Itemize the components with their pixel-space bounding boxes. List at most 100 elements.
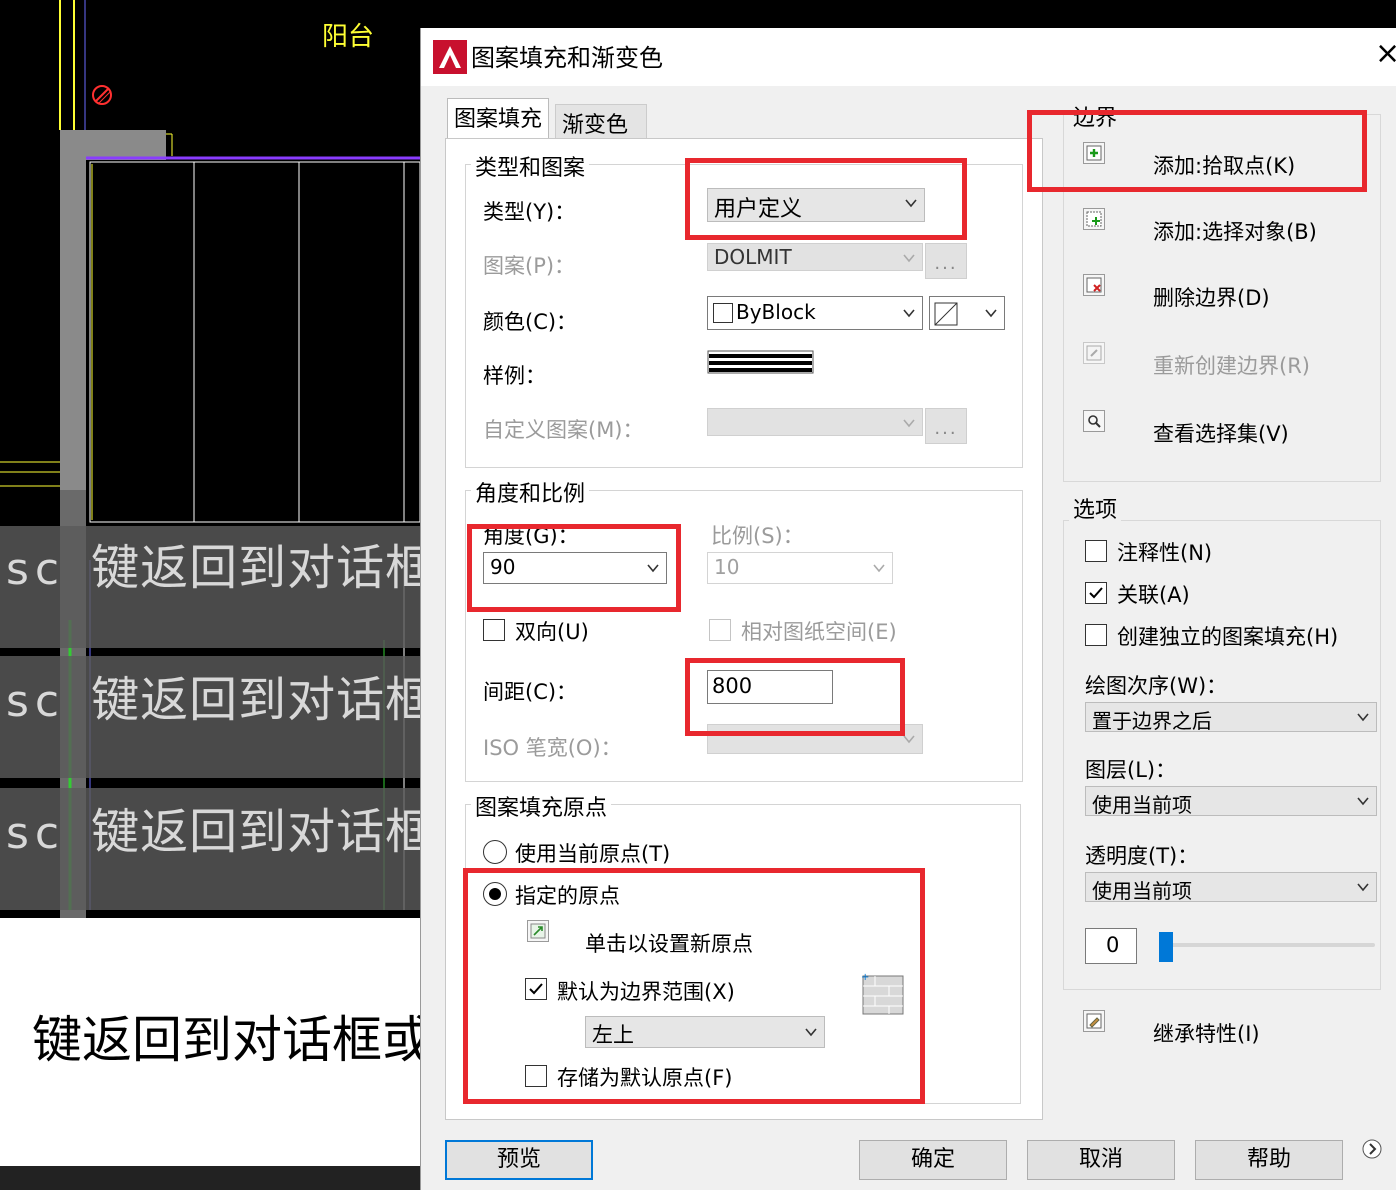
transparency-value-input[interactable]: 0 (1085, 928, 1137, 964)
store-default-origin-label: 存储为默认原点(F) (557, 1066, 733, 1090)
color-swatch (713, 303, 733, 323)
remove-boundaries-button[interactable] (1083, 274, 1105, 296)
scale-select[interactable]: 10 (707, 552, 893, 584)
chevron-down-icon (1357, 797, 1369, 806)
recreate-boundary-button[interactable] (1083, 342, 1105, 364)
chevron-down-icon (1357, 883, 1369, 892)
draw-order-select[interactable]: 置于边界之后 (1085, 702, 1377, 733)
add-select-objects-label[interactable]: 添加:选择对象(B) (1153, 216, 1317, 246)
use-current-origin-radio[interactable] (483, 840, 507, 864)
hatch-sample-preview[interactable] (707, 350, 815, 376)
add-pick-points-label[interactable]: 添加:拾取点(K) (1153, 150, 1295, 180)
remove-boundary-icon (1086, 277, 1102, 293)
add-pick-points-button[interactable] (1083, 142, 1105, 164)
custom-pattern-label: 自定义图案(M)： (483, 418, 644, 442)
layer-select[interactable]: 使用当前项 (1085, 786, 1377, 817)
chevron-down-icon (905, 199, 917, 208)
origin-title: 图案填充原点 (471, 790, 612, 822)
set-origin-button[interactable] (527, 920, 549, 942)
double-checkbox[interactable] (483, 619, 505, 641)
check-icon (1089, 587, 1103, 599)
specified-origin-label: 指定的原点 (515, 884, 620, 908)
transparency-slider-track[interactable] (1159, 943, 1375, 947)
dialog-title: 图案填充和渐变色 (471, 44, 663, 72)
double-label: 双向(U) (515, 620, 589, 644)
spacing-input[interactable]: 800 (707, 670, 833, 704)
preview-button[interactable]: 预览 (445, 1140, 593, 1180)
store-default-origin-checkbox[interactable] (525, 1065, 547, 1087)
chevron-down-icon (647, 564, 659, 573)
cad-drawing-area: 阳台 sc 键返回到对话框 sc 键返回到对话框 sc 键返回到对话框 键返回到对话框… (0, 0, 420, 1190)
inherit-properties-label[interactable]: 继承特性(I) (1153, 1018, 1260, 1048)
annotative-checkbox[interactable] (1085, 540, 1107, 562)
balcony-label: 阳台 (322, 22, 375, 52)
command-line-text: sc 键返回到对话框 (6, 672, 420, 728)
type-select[interactable]: 用户定义 (707, 188, 925, 222)
transparency-select[interactable]: 使用当前项 (1085, 872, 1377, 903)
chevron-down-icon (903, 735, 915, 744)
custom-pattern-select[interactable] (707, 408, 923, 436)
help-button[interactable]: 帮助 (1195, 1140, 1343, 1180)
hatch-gradient-dialog: 图案填充和渐变色 × 图案填充 渐变色 类型和图案 类型(Y)： 用户定义 图案… (420, 28, 1396, 1190)
tab-hatch[interactable]: 图案填充 (447, 98, 550, 141)
dialog-titlebar: 图案填充和渐变色 × (421, 28, 1396, 86)
default-extent-checkbox[interactable] (525, 978, 547, 1000)
remove-boundaries-label[interactable]: 删除边界(D) (1153, 282, 1270, 312)
svg-text:+: + (861, 972, 869, 983)
pattern-browse-button[interactable]: ... (925, 243, 967, 279)
chevron-down-icon (903, 254, 915, 263)
command-line-text: sc 键返回到对话框 (6, 540, 420, 596)
inherit-brush-icon (1086, 1013, 1102, 1029)
angle-select[interactable]: 90 (483, 552, 667, 584)
add-select-objects-button[interactable] (1083, 208, 1105, 230)
relative-paperspace-label: 相对图纸空间(E) (741, 620, 897, 644)
close-button[interactable]: × (1375, 36, 1396, 71)
color-select[interactable]: ByBlock (707, 296, 923, 330)
pattern-select[interactable]: DOLMIT (707, 243, 923, 271)
command-prompt-area: 键返回到对话框或 (0, 918, 420, 1166)
chevron-down-icon (903, 419, 915, 428)
no-background-icon (934, 302, 958, 326)
layer-label: 图层(L)： (1085, 758, 1177, 782)
inherit-properties-button[interactable] (1083, 1010, 1105, 1032)
associative-checkbox[interactable] (1085, 582, 1107, 604)
default-extent-label: 默认为边界范围(X) (557, 980, 735, 1004)
background-color-select[interactable] (929, 296, 1005, 330)
chevron-down-icon (985, 309, 997, 318)
transparency-slider-thumb[interactable] (1159, 932, 1173, 962)
ok-button[interactable]: 确定 (859, 1140, 1007, 1180)
draw-order-label: 绘图次序(W)： (1085, 674, 1228, 698)
associative-label: 关联(A) (1117, 583, 1190, 607)
sample-label: 样例： (483, 364, 546, 388)
pick-points-icon (1086, 145, 1102, 161)
use-current-origin-label: 使用当前原点(T) (515, 842, 671, 866)
status-strip (0, 1166, 420, 1190)
type-label: 类型(Y)： (483, 200, 576, 224)
color-label: 颜色(C)： (483, 310, 578, 334)
pattern-label: 图案(P)： (483, 254, 576, 278)
chevron-down-icon (873, 564, 885, 573)
custom-pattern-browse-button[interactable]: ... (925, 408, 967, 444)
view-selections-button[interactable] (1083, 410, 1105, 432)
chevron-down-icon (805, 1028, 817, 1037)
view-selections-label[interactable]: 查看选择集(V) (1153, 418, 1289, 448)
independent-hatch-label: 创建独立的图案填充(H) (1117, 625, 1339, 649)
annotative-label: 注释性(N) (1117, 541, 1213, 565)
autocad-logo-icon (433, 40, 467, 74)
relative-paperspace-checkbox[interactable] (709, 619, 731, 641)
command-prompt-text: 键返回到对话框或 (32, 1011, 420, 1069)
cancel-button[interactable]: 取消 (1027, 1140, 1175, 1180)
options-title: 选项 (1069, 492, 1122, 524)
transparency-label: 透明度(T)： (1085, 844, 1199, 868)
specified-origin-radio[interactable] (483, 882, 507, 906)
spacing-label: 间距(C)： (483, 680, 578, 704)
origin-position-select[interactable]: 左上 (585, 1016, 825, 1048)
chevron-down-icon (903, 309, 915, 318)
recreate-boundary-label: 重新创建边界(R) (1153, 354, 1310, 378)
more-options-arrow-icon[interactable] (1361, 1138, 1383, 1160)
boundary-title: 边界 (1069, 100, 1122, 132)
independent-hatch-checkbox[interactable] (1085, 624, 1107, 646)
radio-selected-dot (489, 888, 501, 900)
iso-pen-select[interactable] (707, 724, 923, 754)
pick-origin-icon (530, 923, 546, 939)
